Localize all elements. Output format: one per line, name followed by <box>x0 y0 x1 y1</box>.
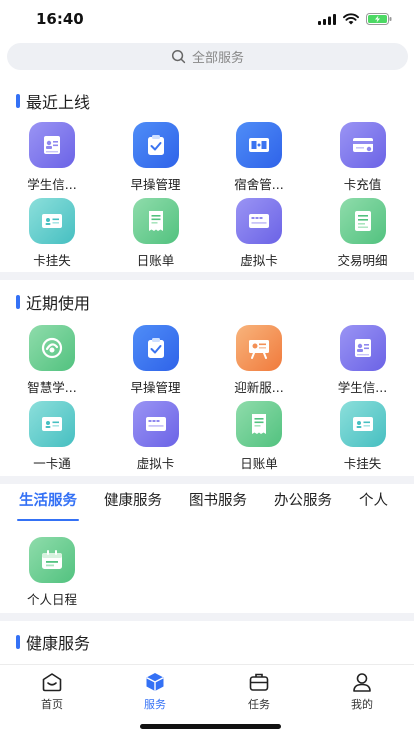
service-label: 卡挂失 <box>33 253 71 268</box>
student-card-icon <box>339 325 386 371</box>
section-divider <box>0 272 414 280</box>
recent-title-text: 最近上线 <box>26 93 91 112</box>
service-label: 一卡通 <box>33 456 71 471</box>
status-bar: 16:40 <box>0 0 414 38</box>
service-item[interactable]: 智慧学... <box>0 325 104 396</box>
tabbar-label: 我的 <box>351 698 373 711</box>
id-card-icon <box>29 198 75 244</box>
search-placeholder: 全部服务 <box>191 51 244 66</box>
cube-icon <box>146 673 164 691</box>
service-label: 学生信... <box>27 177 77 192</box>
cellular-signal-icon <box>318 13 336 25</box>
status-icons <box>318 13 392 25</box>
card-recharge-icon <box>339 122 386 168</box>
service-item[interactable]: 虚拟卡 <box>207 198 311 269</box>
service-item[interactable]: 宿舍管... <box>207 122 311 193</box>
tabbar-item-services[interactable]: 服务 <box>125 671 185 712</box>
service-item[interactable]: 交易明细 <box>311 198 414 269</box>
smart-campus-icon <box>29 325 75 371</box>
service-item[interactable]: 虚拟卡 <box>104 401 208 472</box>
tabbar-label: 任务 <box>248 698 270 711</box>
service-item[interactable]: 个人日程 <box>0 537 104 608</box>
service-label: 卡充值 <box>343 177 382 192</box>
health-title: 健康服务 <box>16 630 90 654</box>
service-label: 早操管理 <box>130 177 181 192</box>
category-tab[interactable]: 办公服务 <box>266 485 340 521</box>
section-divider <box>0 476 414 484</box>
frequent-title-text: 近期使用 <box>26 294 91 313</box>
service-label: 个人日程 <box>26 592 77 607</box>
health-title-text: 健康服务 <box>26 634 91 653</box>
title-accent-bar <box>16 94 20 108</box>
service-item[interactable]: 早操管理 <box>104 325 208 396</box>
home-icon <box>42 673 62 692</box>
service-item[interactable]: 卡挂失 <box>0 198 104 269</box>
virtual-card-icon <box>132 401 179 447</box>
category-tabs: 生活服务 健康服务 图书服务 办公服务 个人 <box>0 485 414 521</box>
clipboard-check-icon <box>132 325 179 371</box>
category-tab[interactable]: 个人 <box>351 485 396 521</box>
service-label: 虚拟卡 <box>136 456 175 471</box>
tabbar-item-tasks[interactable]: 任务 <box>229 671 289 712</box>
bill-icon <box>132 198 179 244</box>
id-card-icon <box>339 401 386 447</box>
category-tab[interactable]: 生活服务 <box>11 485 85 521</box>
person-icon <box>353 673 371 692</box>
tabbar-label: 服务 <box>144 698 166 711</box>
service-label: 学生信... <box>337 380 388 395</box>
recent-title: 最近上线 <box>16 89 90 113</box>
service-item[interactable]: 学生信... <box>311 325 414 396</box>
category-tab[interactable]: 健康服务 <box>96 485 170 521</box>
service-label: 虚拟卡 <box>240 253 278 268</box>
health-section: 健康服务 <box>0 621 414 664</box>
status-time: 16:40 <box>36 10 84 28</box>
service-item[interactable]: 学生信... <box>0 122 104 193</box>
frequent-title: 近期使用 <box>16 290 90 314</box>
welcome-board-icon <box>236 325 282 371</box>
service-label: 日账单 <box>240 456 278 471</box>
tabbar-label: 首页 <box>41 698 63 711</box>
calendar-icon <box>29 537 75 583</box>
dormitory-icon <box>236 122 282 168</box>
service-item[interactable]: 迎新服... <box>207 325 311 396</box>
clipboard-check-icon <box>132 122 179 168</box>
service-label: 迎新服... <box>234 380 284 395</box>
section-divider <box>0 613 414 621</box>
wifi-icon <box>343 13 359 25</box>
service-item[interactable]: 卡挂失 <box>311 401 414 472</box>
service-label: 早操管理 <box>130 380 181 395</box>
battery-icon <box>366 13 392 25</box>
category-tab[interactable]: 图书服务 <box>181 485 255 521</box>
service-item[interactable]: 一卡通 <box>0 401 104 472</box>
service-item[interactable]: 日账单 <box>104 198 208 269</box>
title-accent-bar <box>16 635 20 649</box>
student-card-icon <box>29 122 75 168</box>
bill-icon <box>236 401 282 447</box>
service-item[interactable]: 卡充值 <box>311 122 414 193</box>
home-indicator <box>140 724 281 729</box>
id-card-icon <box>29 401 75 447</box>
life-services-section: 个人日程 <box>0 521 414 613</box>
virtual-card-icon <box>236 198 282 244</box>
search-icon <box>171 49 186 64</box>
frequent-section: 近期使用 智慧学... 早操管理 迎新服... 学生信... 一卡通 虚拟卡 日账单 卡挂失 <box>0 280 414 476</box>
service-item[interactable]: 日账单 <box>207 401 311 472</box>
search-bar[interactable]: 全部服务 <box>7 43 408 70</box>
tabbar-item-home[interactable]: 首页 <box>22 671 82 712</box>
recent-section: 最近上线 学生信... 早操管理 宿舍管... 卡充值卡挂失 日账单 虚拟卡 交易明细 <box>0 82 414 272</box>
transaction-icon <box>339 198 386 244</box>
tabbar-item-me[interactable]: 我的 <box>332 671 392 712</box>
service-label: 交易明细 <box>337 253 388 268</box>
service-label: 卡挂失 <box>343 456 382 471</box>
title-accent-bar <box>16 295 20 309</box>
service-label: 日账单 <box>136 253 175 268</box>
service-label: 智慧学... <box>27 380 77 395</box>
briefcase-icon <box>249 673 269 691</box>
service-label: 宿舍管... <box>234 177 284 192</box>
service-item[interactable]: 早操管理 <box>104 122 208 193</box>
